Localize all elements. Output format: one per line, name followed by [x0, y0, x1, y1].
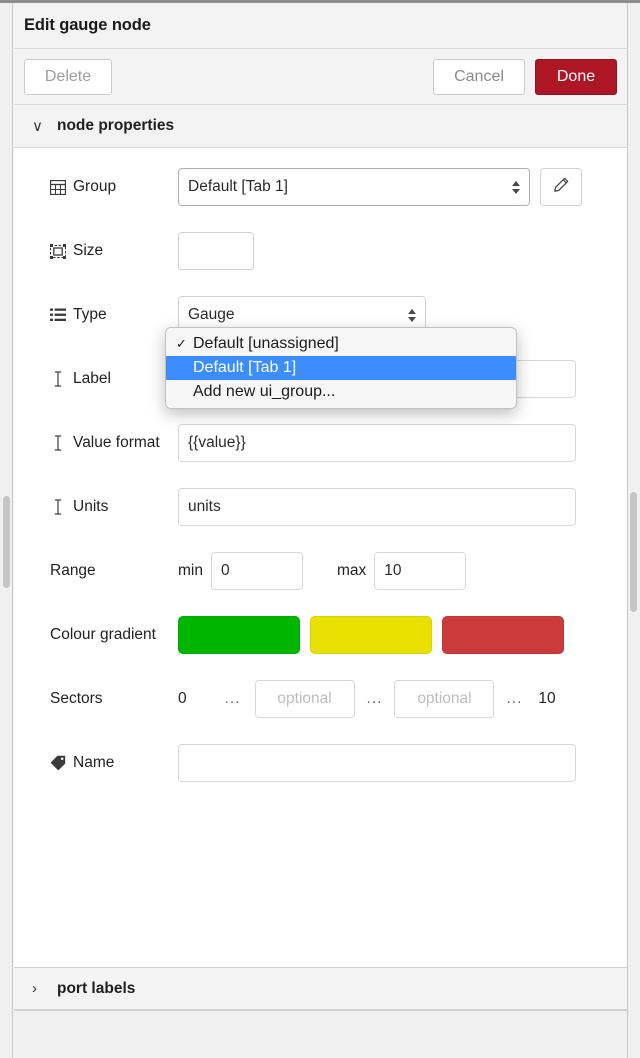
colour-swatch-1[interactable] — [178, 616, 300, 654]
row-value-format: Value format — [14, 424, 627, 462]
dialog-body: Group Default [Tab 1] Size Type Gauge La… — [14, 148, 627, 967]
row-range: Range min max — [14, 552, 627, 590]
label-size: Size — [50, 242, 178, 260]
edit-dialog: Edit gauge node Delete Cancel Done ∨ nod… — [14, 3, 627, 1058]
group-select[interactable]: Default [Tab 1] — [178, 168, 530, 206]
row-colour-gradient: Colour gradient — [14, 616, 627, 654]
sector-separator-3: ... — [506, 690, 523, 707]
size-button[interactable] — [178, 232, 254, 270]
node-properties-form: Group Default [Tab 1] Size Type Gauge La… — [14, 148, 627, 782]
dropdown-item-0[interactable]: ✓ Default [unassigned] — [166, 332, 516, 356]
done-button[interactable]: Done — [535, 58, 617, 95]
page-title: Edit gauge node — [24, 16, 151, 34]
row-units: Units — [14, 488, 627, 526]
label-size-text: Size — [73, 242, 104, 259]
tag-icon — [50, 755, 66, 771]
dialog-header: Edit gauge node — [14, 3, 627, 49]
label-value-format-text: Value format — [73, 434, 160, 451]
sector-1-input[interactable] — [254, 680, 355, 718]
dropdown-item-1[interactable]: Default [Tab 1] — [166, 356, 516, 380]
sectors-controls: 0 ... ... ... 10 — [178, 680, 556, 718]
dropdown-item-1-label: Default [Tab 1] — [193, 359, 297, 376]
cancel-button[interactable]: Cancel — [433, 58, 525, 95]
text-cursor-icon — [50, 499, 66, 515]
dialog-footer — [14, 1010, 627, 1058]
sector-separator-1: ... — [224, 690, 241, 707]
dialog-toolbar: Delete Cancel Done — [14, 49, 627, 105]
label-range-text: Range — [50, 562, 96, 579]
label-type: Type — [50, 306, 178, 324]
label-colour-gradient: Colour gradient — [50, 626, 178, 644]
text-cursor-icon — [50, 371, 66, 387]
name-input[interactable] — [178, 744, 576, 782]
range-max-input[interactable] — [374, 552, 467, 590]
label-colour-gradient-text: Colour gradient — [50, 626, 156, 643]
label-label: Label — [50, 370, 178, 388]
section-header-node-properties[interactable]: ∨ node properties — [14, 105, 627, 148]
label-sectors-text: Sectors — [50, 690, 103, 707]
label-name: Name — [50, 754, 178, 772]
section-title-node-properties: node properties — [57, 117, 175, 134]
sector-separator-2: ... — [366, 690, 383, 707]
dropdown-item-2[interactable]: Add new ui_group... — [166, 380, 516, 404]
max-label: max — [336, 562, 367, 579]
colour-swatch-3[interactable] — [442, 616, 564, 654]
sector-end-value: 10 — [538, 690, 556, 707]
group-dropdown-menu[interactable]: ✓ Default [unassigned] Default [Tab 1] A… — [165, 327, 517, 409]
chevron-right-icon: › — [32, 980, 37, 997]
pencil-icon — [553, 177, 569, 198]
label-type-text: Type — [73, 306, 107, 323]
label-group: Group — [50, 178, 178, 196]
range-min-input[interactable] — [210, 552, 303, 590]
edit-group-button[interactable] — [540, 168, 582, 206]
value-format-input[interactable] — [178, 424, 576, 462]
group-select-wrapper: Default [Tab 1] — [178, 168, 530, 206]
chevron-down-icon: ∨ — [32, 117, 43, 135]
label-group-text: Group — [73, 178, 117, 195]
dropdown-item-2-label: Add new ui_group... — [193, 383, 336, 400]
label-units-text: Units — [73, 498, 109, 515]
row-group: Group Default [Tab 1] — [14, 168, 627, 206]
label-range: Range — [50, 562, 178, 580]
colour-gradient-swatches — [178, 616, 564, 654]
sector-2-input[interactable] — [394, 680, 495, 718]
min-label: min — [178, 562, 203, 579]
label-label-text: Label — [73, 370, 111, 387]
label-name-text: Name — [73, 754, 115, 771]
label-value-format: Value format — [50, 434, 178, 452]
sector-start-value: 0 — [178, 690, 187, 707]
right-scrollbar-thumb[interactable] — [630, 492, 637, 612]
section-title-port-labels: port labels — [57, 979, 136, 997]
section-header-port-labels[interactable]: › port labels — [14, 967, 627, 1010]
object-group-icon — [50, 243, 66, 259]
check-icon: ✓ — [176, 336, 187, 351]
units-input[interactable] — [178, 488, 576, 526]
label-units: Units — [50, 498, 178, 516]
dropdown-item-0-label: Default [unassigned] — [193, 335, 339, 352]
delete-button[interactable]: Delete — [24, 58, 112, 95]
left-scrollbar-thumb[interactable] — [3, 496, 10, 588]
row-sectors: Sectors 0 ... ... ... 10 — [14, 680, 627, 718]
colour-swatch-2[interactable] — [310, 616, 432, 654]
text-cursor-icon — [50, 435, 66, 451]
list-icon — [50, 307, 66, 323]
edit-gauge-node-window: Edit gauge node Delete Cancel Done ∨ nod… — [0, 0, 640, 1058]
table-icon — [50, 179, 66, 195]
row-size: Size — [14, 232, 627, 270]
label-sectors: Sectors — [50, 690, 178, 708]
row-name: Name — [14, 744, 627, 782]
